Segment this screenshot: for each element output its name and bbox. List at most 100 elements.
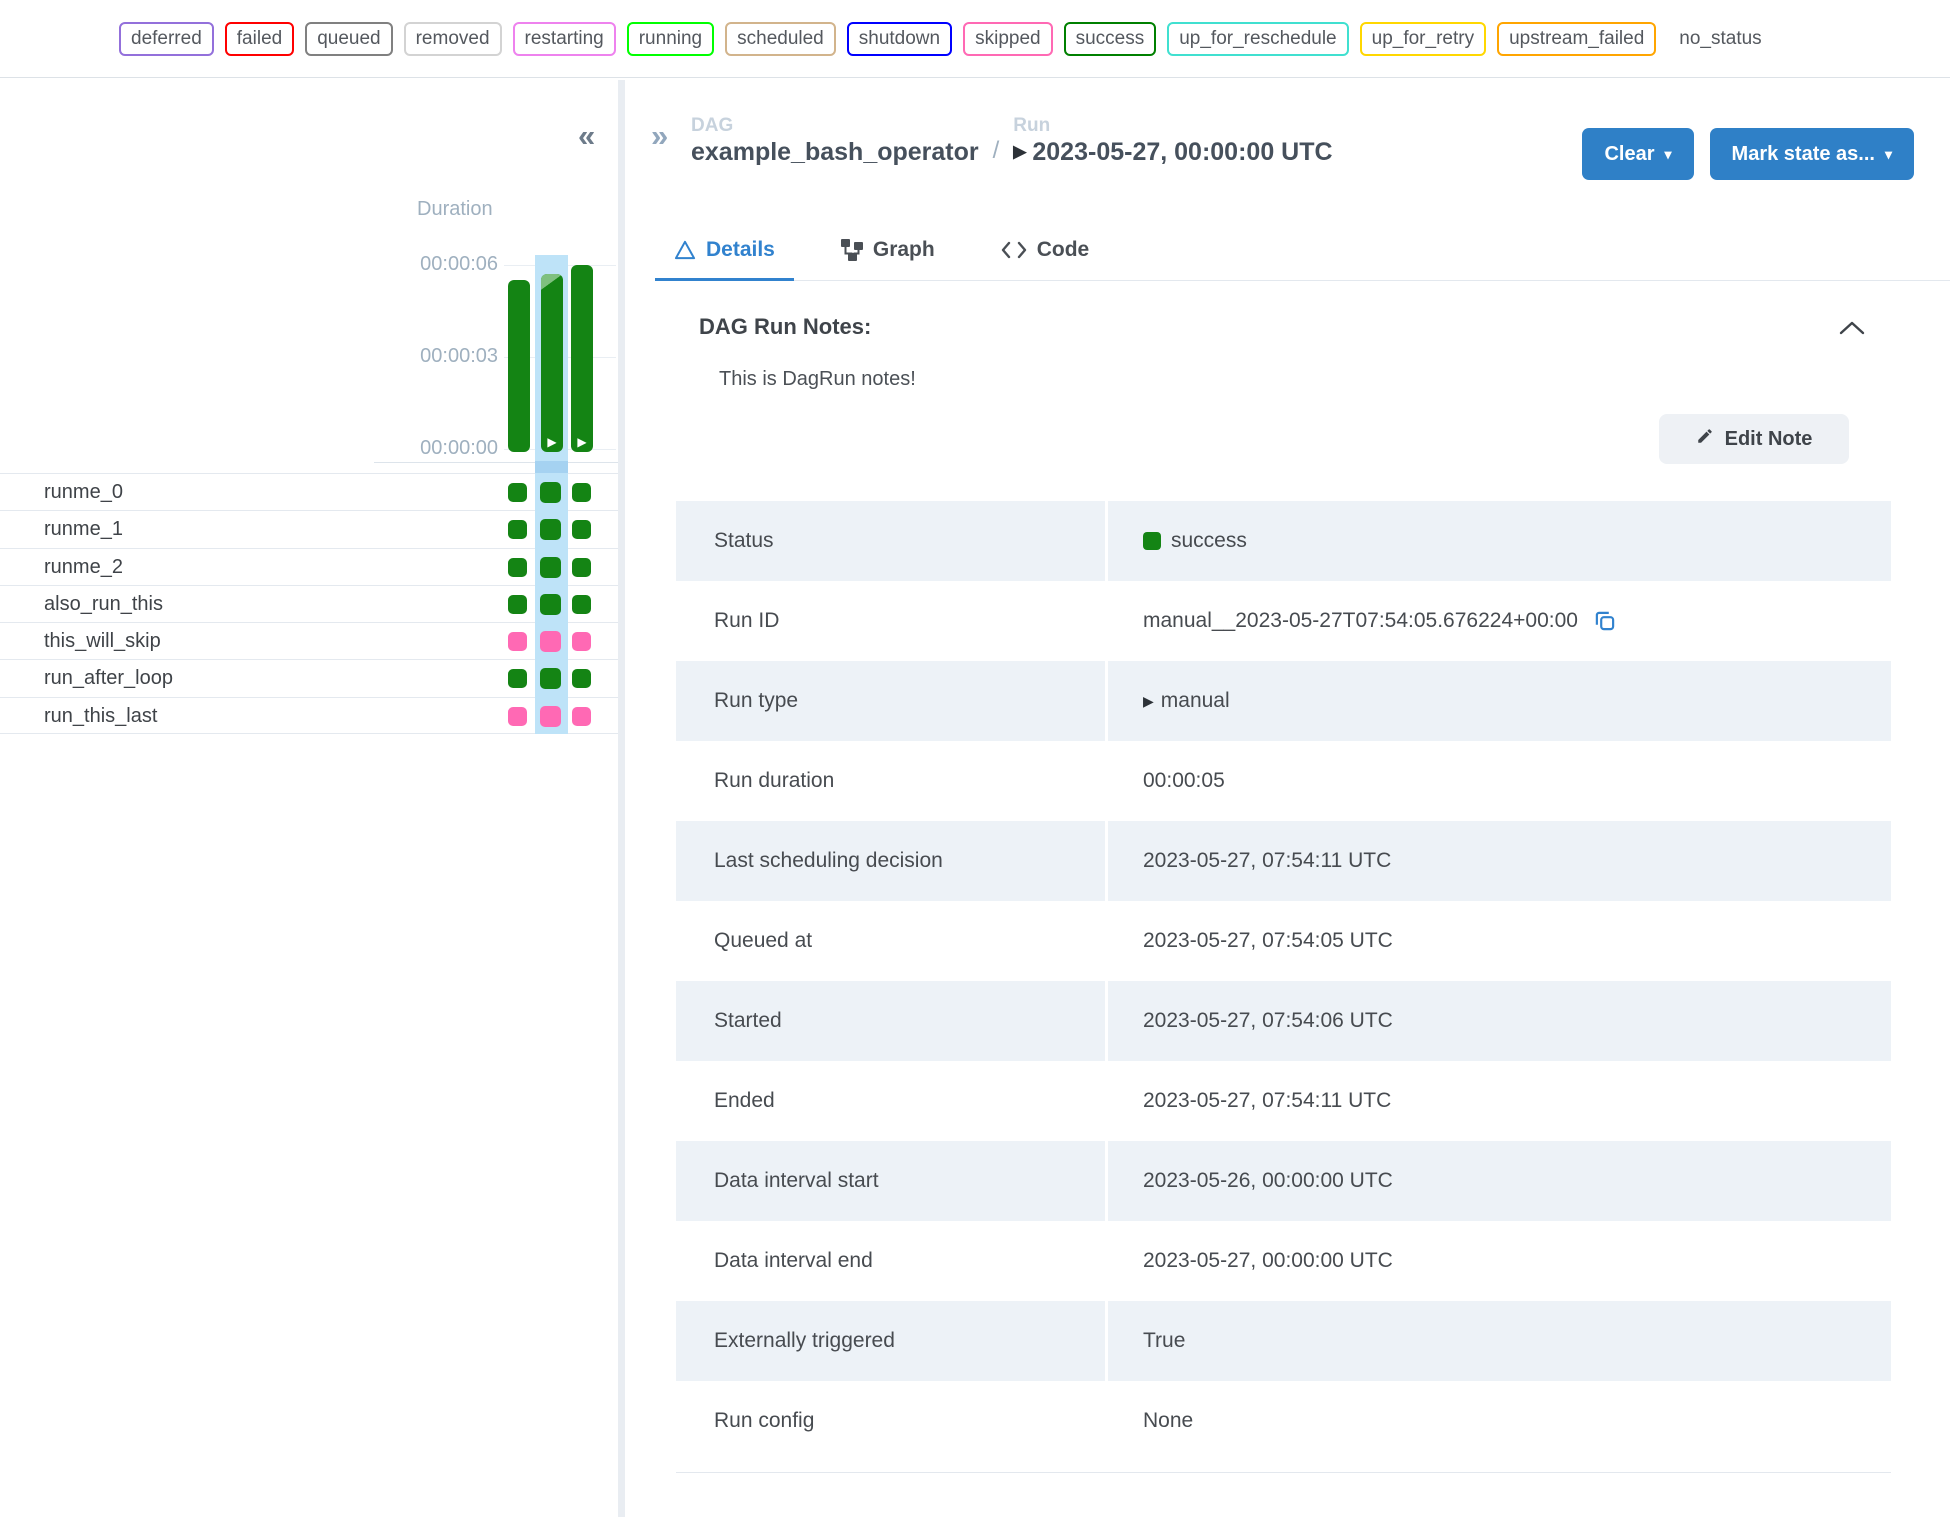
success-status-square: [1143, 532, 1161, 550]
detail-value: manual__2023-05-27T07:54:05.676224+00:00: [1143, 609, 1578, 632]
task-instance-square[interactable]: [508, 632, 527, 652]
run-date[interactable]: 2023-05-27, 00:00:00 UTC: [1032, 137, 1332, 167]
chart-baseline: [374, 462, 618, 463]
airflow-grid-page: deferred failed queued removed restartin…: [0, 0, 1950, 1517]
dag-name[interactable]: example_bash_operator: [691, 137, 979, 167]
mark-state-as-button[interactable]: Mark state as... ▾: [1709, 128, 1914, 180]
detail-label: Status: [714, 529, 774, 552]
edit-note-button[interactable]: Edit Note: [1659, 414, 1849, 464]
manual-run-play-icon: ▶: [1013, 141, 1027, 161]
task-instance-square[interactable]: [572, 520, 591, 540]
legend-badge-scheduled[interactable]: scheduled: [725, 21, 836, 56]
task-instance-square[interactable]: [572, 594, 591, 614]
task-instance-square-selected[interactable]: [540, 482, 561, 503]
detail-row-externally-triggered: Externally triggered True: [676, 1301, 1891, 1381]
task-row-runme-1: runme_1: [0, 510, 618, 547]
clear-button[interactable]: Clear ▾: [1582, 128, 1694, 180]
detail-label: Last scheduling decision: [714, 849, 943, 872]
detail-label: Run ID: [714, 609, 780, 632]
task-instance-square-selected[interactable]: [540, 705, 561, 727]
task-name[interactable]: run_this_last: [44, 698, 157, 735]
run-duration-bar-selected[interactable]: ▶: [541, 274, 563, 452]
detail-row-status: Status success: [676, 501, 1891, 581]
run-duration-bar[interactable]: [508, 280, 530, 452]
legend-badge-queued[interactable]: queued: [305, 21, 393, 56]
task-instance-square[interactable]: [572, 706, 591, 726]
detail-label: Run type: [714, 689, 799, 712]
task-name[interactable]: run_after_loop: [44, 660, 173, 697]
manual-run-play-icon: ▶: [577, 435, 587, 449]
detail-row-run-type: Run type ▶ manual: [676, 661, 1891, 741]
legend-badge-failed[interactable]: failed: [224, 21, 295, 56]
detail-label: Data interval end: [714, 1249, 873, 1272]
detail-value: None: [1143, 1409, 1194, 1432]
task-row-runme-2: runme_2: [0, 547, 618, 586]
toggle-filters-icon[interactable]: »: [651, 120, 668, 151]
detail-value: 2023-05-27, 07:54:11 UTC: [1143, 849, 1392, 872]
task-instance-square[interactable]: [508, 594, 527, 614]
task-name[interactable]: runme_0: [44, 474, 123, 511]
legend-badge-upstream-failed[interactable]: upstream_failed: [1497, 21, 1657, 56]
task-instance-square[interactable]: [572, 632, 591, 652]
chevron-up-icon[interactable]: [1838, 320, 1866, 341]
detail-row-run-duration: Run duration 00:00:05: [676, 741, 1891, 821]
detail-row-started: Started 2023-05-27, 07:54:06 UTC: [676, 981, 1891, 1061]
task-instance-square-selected[interactable]: [540, 519, 561, 541]
task-row-run-after-loop: run_after_loop: [0, 659, 618, 696]
selected-run-column-marker: [535, 461, 568, 473]
run-duration-bar[interactable]: ▶: [571, 265, 593, 452]
task-instance-square[interactable]: [572, 669, 591, 689]
task-instance-square[interactable]: [508, 520, 527, 540]
task-name[interactable]: runme_2: [44, 549, 123, 586]
task-name[interactable]: runme_1: [44, 511, 123, 548]
caret-down-icon: ▾: [1664, 145, 1672, 162]
task-row-run-this-last: run_this_last: [0, 696, 618, 735]
breadcrumb-separator: /: [992, 136, 1000, 164]
panel-divider[interactable]: [618, 80, 625, 1517]
task-grid: runme_0 runme_1 runme_2 also_run_this th…: [0, 473, 618, 735]
task-instance-square[interactable]: [508, 557, 527, 577]
legend-badge-success[interactable]: success: [1063, 21, 1157, 56]
run-note-fold-icon: [541, 274, 563, 290]
tab-code[interactable]: Code: [982, 228, 1109, 281]
task-instance-square-selected[interactable]: [540, 593, 561, 615]
dag-crumb-label: DAG: [691, 115, 734, 136]
detail-label: Ended: [714, 1089, 775, 1112]
detail-row-run-config: Run config None: [676, 1381, 1891, 1461]
task-instance-square[interactable]: [508, 669, 527, 689]
legend-badge-no-status[interactable]: no_status: [1667, 22, 1773, 56]
collapse-left-panel-icon[interactable]: «: [578, 120, 595, 151]
copy-icon[interactable]: [1592, 608, 1618, 634]
task-name[interactable]: also_run_this: [44, 586, 163, 623]
detail-row-data-interval-start: Data interval start 2023-05-26, 00:00:00…: [676, 1141, 1891, 1221]
legend-badge-running[interactable]: running: [626, 21, 715, 56]
detail-value: 2023-05-27, 00:00:00 UTC: [1143, 1249, 1393, 1272]
task-instance-square-selected[interactable]: [540, 631, 561, 653]
legend-badge-restarting[interactable]: restarting: [512, 21, 616, 56]
task-instance-square[interactable]: [508, 706, 527, 726]
detail-value: 2023-05-26, 00:00:00 UTC: [1143, 1169, 1393, 1192]
legend-badge-deferred[interactable]: deferred: [119, 21, 214, 56]
task-instance-square-selected[interactable]: [540, 668, 561, 690]
detail-label: Data interval start: [714, 1169, 879, 1192]
task-instance-square[interactable]: [572, 557, 591, 577]
caret-down-icon: ▾: [1884, 145, 1892, 162]
legend-badge-up-for-retry[interactable]: up_for_retry: [1359, 21, 1487, 56]
legend-badge-up-for-reschedule[interactable]: up_for_reschedule: [1167, 21, 1349, 56]
tab-details[interactable]: Details: [655, 228, 794, 281]
detail-value: 2023-05-27, 07:54:11 UTC: [1143, 1089, 1392, 1112]
legend-badge-removed[interactable]: removed: [403, 21, 502, 56]
legend-badge-shutdown[interactable]: shutdown: [846, 21, 953, 56]
tab-graph[interactable]: Graph: [822, 228, 954, 281]
run-crumb-label: Run: [1013, 115, 1051, 136]
task-instance-square[interactable]: [572, 483, 591, 502]
detail-label: Externally triggered: [714, 1329, 895, 1352]
detail-label: Started: [714, 1009, 782, 1032]
task-instance-square[interactable]: [508, 483, 527, 502]
legend-badge-skipped[interactable]: skipped: [963, 21, 1053, 56]
task-row-also-run-this: also_run_this: [0, 584, 618, 623]
task-instance-square-selected[interactable]: [540, 556, 561, 578]
detail-row-data-interval-end: Data interval end 2023-05-27, 00:00:00 U…: [676, 1221, 1891, 1301]
duration-axis-title: Duration: [417, 198, 493, 220]
task-name[interactable]: this_will_skip: [44, 623, 161, 660]
